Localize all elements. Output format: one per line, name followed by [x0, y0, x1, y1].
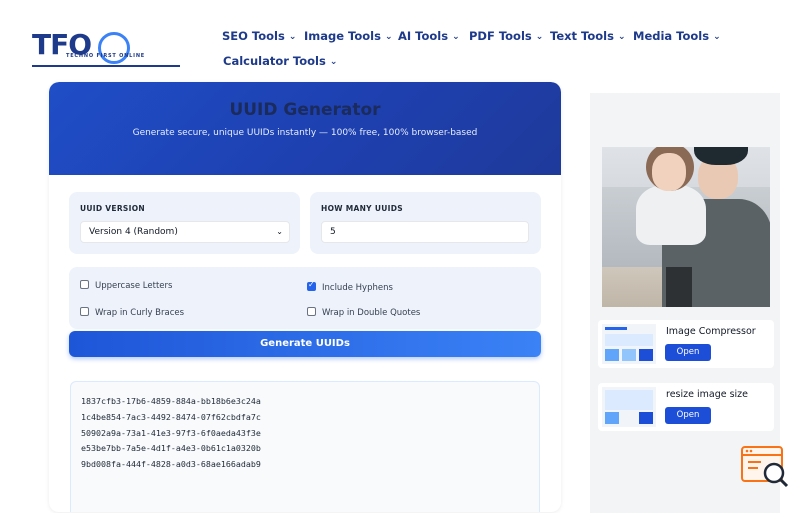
nav-item-calculator-tools[interactable]: Calculator Tools ⌄ — [223, 54, 337, 68]
search-code-icon[interactable] — [741, 446, 791, 490]
uuid-version-label: UUID VERSION — [80, 204, 145, 213]
uuid-output-textarea[interactable]: 1837cfb3-17b6-4859-884a-bb18b6e3c24a 1c4… — [70, 381, 540, 512]
related-tool-title: Image Compressor — [666, 326, 756, 337]
related-tool-card: Image Compressor Open — [598, 320, 774, 368]
option-label: Uppercase Letters — [95, 281, 173, 291]
related-tool-thumbnail[interactable] — [602, 387, 656, 427]
uuid-line: 50902a9a-73a1-41e3-97f3-6f0aeda43f3e — [81, 427, 261, 438]
logo-tagline: TECHNO FIRST ONLINE — [66, 53, 146, 59]
logo-underline — [32, 65, 180, 67]
uuid-version-panel: UUID VERSION Version 4 (Random) ⌄ — [69, 192, 300, 254]
related-tool-title: resize image size — [666, 389, 749, 400]
option-curly-braces[interactable]: Wrap in Curly Braces — [80, 307, 184, 318]
chevron-down-icon: ⌄ — [276, 227, 283, 236]
uuid-count-label: HOW MANY UUIDS — [321, 204, 403, 213]
uuid-count-panel: HOW MANY UUIDS 5 — [310, 192, 541, 254]
chevron-down-icon: ⌄ — [617, 32, 626, 42]
open-image-compressor-button[interactable]: Open — [665, 344, 711, 361]
nav-item-label: AI Tools — [398, 29, 449, 43]
ad-photo[interactable] — [602, 147, 770, 307]
nav-item-label: PDF Tools — [469, 29, 532, 43]
logo-ring-icon — [98, 32, 130, 64]
uuid-line: 9bd008fa-444f-4828-a0d3-68ae166adab9 — [81, 459, 261, 470]
nav-item-media-tools[interactable]: Media Tools ⌄ — [633, 29, 721, 43]
nav-item-ai-tools[interactable]: AI Tools ⌄ — [398, 29, 460, 43]
uuid-count-input[interactable]: 5 — [321, 221, 529, 243]
page-subtitle: Generate secure, unique UUIDs instantly … — [132, 128, 478, 138]
double-quotes-checkbox[interactable] — [307, 307, 316, 316]
uuid-tool-card: UUID Generator Generate secure, unique U… — [49, 82, 561, 512]
nav-item-label: Text Tools — [550, 29, 614, 43]
chevron-down-icon: ⌄ — [452, 32, 460, 42]
related-tool-card: resize image size Open — [598, 383, 774, 431]
tool-body: UUID VERSION Version 4 (Random) ⌄ HOW MA… — [49, 175, 561, 512]
chevron-down-icon: ⌄ — [713, 32, 721, 42]
uuid-line: e53be7bb-7a5e-4d1f-a4e3-0b61c1a0320b — [81, 443, 261, 454]
option-label: Wrap in Curly Braces — [95, 308, 185, 318]
chevron-down-icon: ⌄ — [535, 32, 544, 42]
nav-item-seo-tools[interactable]: SEO Tools ⌄ — [222, 29, 296, 43]
site-header: TFO TECHNO FIRST ONLINE SEO Tools ⌄ Image… — [0, 0, 800, 80]
nav-item-label: Calculator Tools — [223, 54, 326, 68]
tool-hero: UUID Generator Generate secure, unique U… — [49, 82, 561, 175]
chevron-down-icon: ⌄ — [288, 32, 297, 42]
nav-item-text-tools[interactable]: Text Tools ⌄ — [550, 29, 626, 43]
nav-item-label: Image Tools — [304, 29, 381, 43]
nav-item-label: SEO Tools — [222, 29, 285, 43]
option-label: Include Hyphens — [322, 283, 393, 293]
uuid-version-value: Version 4 (Random) — [89, 227, 178, 237]
nav-item-image-tools[interactable]: Image Tools ⌄ — [304, 29, 393, 43]
site-logo[interactable]: TFO TECHNO FIRST ONLINE — [32, 28, 182, 70]
uuid-line: 1c4be854-7ac3-4492-8474-07f62cbdfa7c — [81, 411, 261, 422]
generate-uuids-button[interactable]: Generate UUIDs — [69, 331, 541, 357]
uuid-count-value: 5 — [330, 227, 336, 237]
page-title: UUID Generator — [229, 100, 381, 120]
open-resize-image-button[interactable]: Open — [665, 407, 711, 424]
nav-item-pdf-tools[interactable]: PDF Tools ⌄ — [469, 29, 543, 43]
nav-item-label: Media Tools — [633, 29, 710, 43]
chevron-down-icon: ⌄ — [329, 57, 338, 67]
curly-braces-checkbox[interactable] — [80, 307, 89, 316]
option-uppercase[interactable]: Uppercase Letters — [80, 280, 172, 291]
option-double-quotes[interactable]: Wrap in Double Quotes — [307, 307, 420, 318]
hyphens-checkbox[interactable] — [307, 280, 316, 291]
uuid-options-panel: Uppercase Letters Include Hyphens Wrap i… — [69, 267, 541, 329]
uuid-line: 1837cfb3-17b6-4859-884a-bb18b6e3c24a — [81, 396, 261, 406]
option-hyphens[interactable]: Include Hyphens — [307, 280, 393, 293]
chevron-down-icon: ⌄ — [384, 32, 393, 42]
uuid-version-select[interactable]: Version 4 (Random) ⌄ — [80, 221, 290, 243]
uppercase-checkbox[interactable] — [80, 280, 89, 289]
option-label: Wrap in Double Quotes — [322, 308, 421, 318]
related-tool-thumbnail[interactable] — [602, 324, 656, 364]
